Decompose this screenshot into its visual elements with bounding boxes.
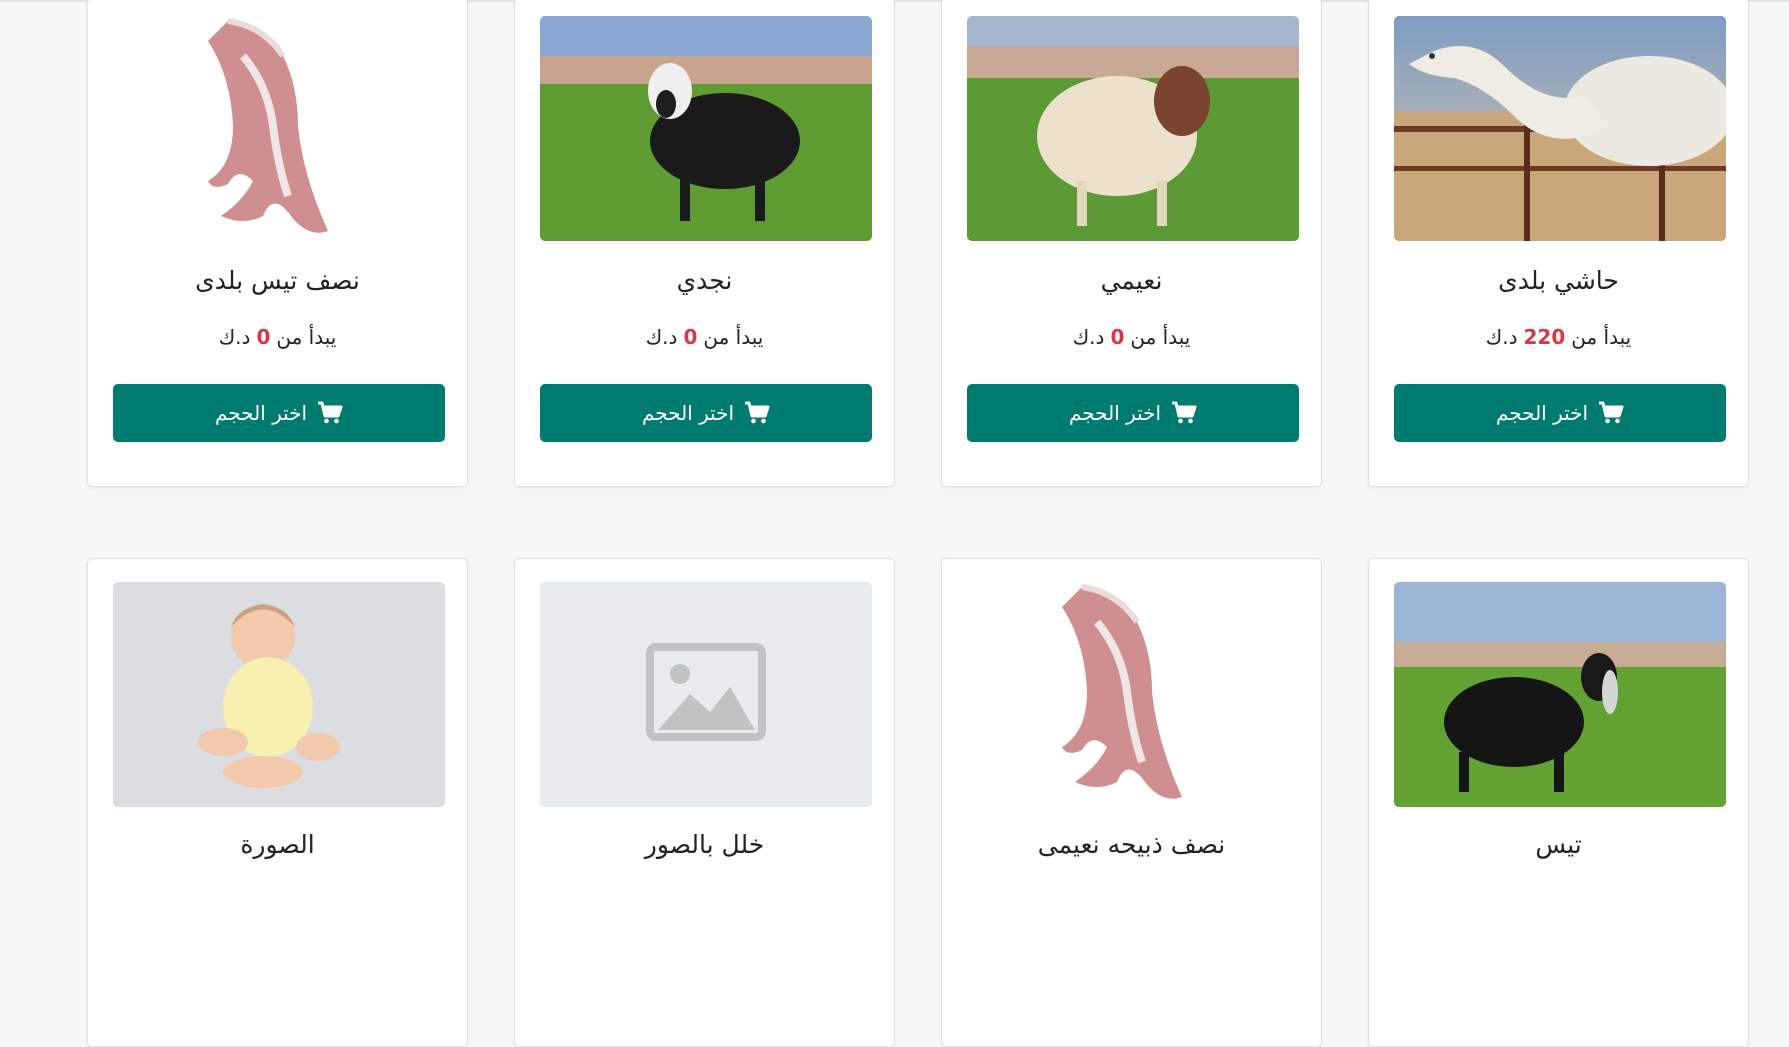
product-card: نجدي يبدأ من0د.ك اختر الحجم <box>514 0 895 487</box>
price-amount: 0 <box>683 325 698 349</box>
cart-icon <box>1172 401 1197 424</box>
price-currency: د.ك <box>218 325 251 349</box>
product-card: نصف تيس بلدى يبدأ من0د.ك اختر الحجم <box>87 0 468 487</box>
product-card: الصورة <box>87 558 468 1047</box>
product-title: نعيمي <box>1100 266 1163 295</box>
product-image-baby[interactable] <box>113 582 445 807</box>
choose-size-button[interactable]: اختر الحجم <box>967 384 1299 442</box>
product-card: حاشي بلدى يبدأ من220د.ك اختر الحجم <box>1368 0 1749 487</box>
price-prefix: يبدأ من <box>1130 325 1191 349</box>
product-card: تيس <box>1368 558 1749 1047</box>
choose-size-label: اختر الحجم <box>1495 401 1589 425</box>
price-amount: 0 <box>256 325 271 349</box>
product-title: خلل بالصور <box>644 830 765 859</box>
product-title: حاشي بلدى <box>1498 266 1619 295</box>
price-prefix: يبدأ من <box>1571 325 1632 349</box>
product-image-black-goat[interactable] <box>1394 582 1726 807</box>
product-price: يبدأ من0د.ك <box>942 319 1321 355</box>
product-price: يبدأ من0د.ك <box>88 319 467 355</box>
product-image-carcass[interactable] <box>113 16 445 241</box>
meat-carcass-photo <box>113 16 445 241</box>
choose-size-button[interactable]: اختر الحجم <box>540 384 872 442</box>
product-price: يبدأ من220د.ك <box>1369 319 1748 355</box>
image-placeholder-icon <box>540 582 872 807</box>
camel-photo <box>1394 16 1726 241</box>
product-title: الصورة <box>240 830 315 859</box>
product-title: نجدي <box>676 266 733 295</box>
choose-size-button[interactable]: اختر الحجم <box>1394 384 1726 442</box>
price-amount: 0 <box>1110 325 1125 349</box>
price-amount: 220 <box>1523 325 1566 349</box>
price-currency: د.ك <box>645 325 678 349</box>
product-card: نعيمي يبدأ من0د.ك اختر الحجم <box>941 0 1322 487</box>
baby-photo <box>113 582 445 807</box>
product-image-camel[interactable] <box>1394 16 1726 241</box>
product-grid: حاشي بلدى يبدأ من220د.ك اختر الحجم نعيمي… <box>85 0 1749 1047</box>
meat-carcass-photo <box>967 582 1299 807</box>
cart-icon <box>1599 401 1624 424</box>
price-currency: د.ك <box>1072 325 1105 349</box>
black-goat-photo <box>1394 582 1726 807</box>
product-title: نصف ذبيحه نعيمى <box>1037 830 1226 859</box>
product-title: نصف تيس بلدى <box>195 266 360 295</box>
product-image-carcass-half[interactable] <box>967 582 1299 807</box>
product-price: يبدأ من0د.ك <box>515 319 894 355</box>
choose-size-button[interactable]: اختر الحجم <box>113 384 445 442</box>
cart-icon <box>745 401 770 424</box>
choose-size-label: اختر الحجم <box>1068 401 1162 425</box>
price-currency: د.ك <box>1485 325 1518 349</box>
product-card: خلل بالصور <box>514 558 895 1047</box>
product-image-white-sheep[interactable] <box>967 16 1299 241</box>
price-prefix: يبدأ من <box>703 325 764 349</box>
choose-size-label: اختر الحجم <box>641 401 735 425</box>
product-image-placeholder[interactable] <box>540 582 872 807</box>
white-sheep-photo <box>967 16 1299 241</box>
black-sheep-photo <box>540 16 872 241</box>
product-card: نصف ذبيحه نعيمى <box>941 558 1322 1047</box>
price-prefix: يبدأ من <box>276 325 337 349</box>
product-image-black-sheep[interactable] <box>540 16 872 241</box>
product-title: تيس <box>1535 830 1582 859</box>
cart-icon <box>318 401 343 424</box>
choose-size-label: اختر الحجم <box>214 401 308 425</box>
